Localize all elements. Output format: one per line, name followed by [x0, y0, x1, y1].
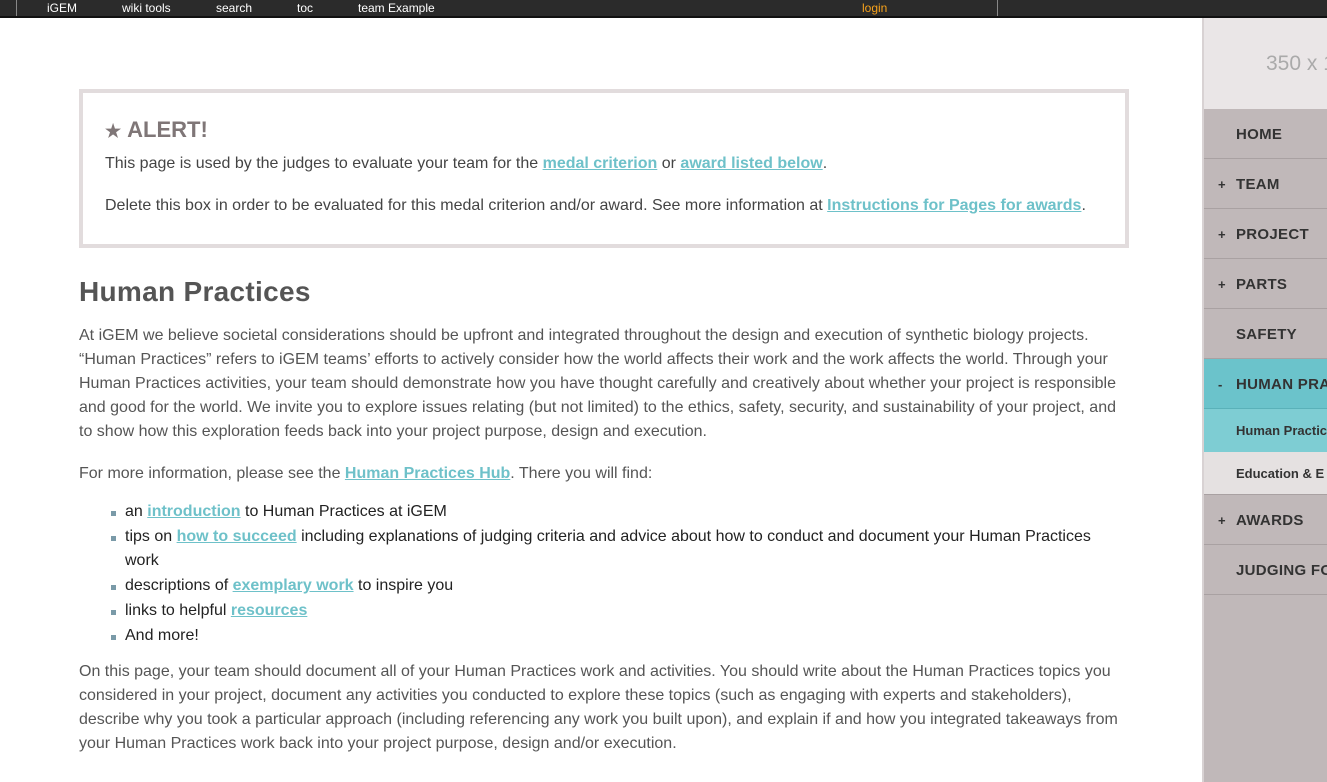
list-item: tips on how to succeed including explana… [111, 525, 1129, 573]
igem-menu-link[interactable]: iGEM [47, 1, 77, 16]
star-icon: ★ [105, 121, 122, 141]
expand-plus-icon: + [1218, 277, 1226, 292]
alert-box: ★ ALERT! This page is used by the judges … [79, 89, 1129, 248]
closing-paragraph: On this page, your team should document … [79, 663, 1118, 752]
sidebar-nav: 350 x 1 HOME + TEAM + PROJECT + PARTS SAFET… [1202, 18, 1327, 782]
search-menu-link[interactable]: search [216, 1, 252, 16]
text: . There you will find: [510, 465, 653, 482]
resource-list: an introduction to Human Practices at iG… [111, 500, 1129, 648]
alert-title-text: ALERT! [127, 117, 208, 142]
sidebar-item-team[interactable]: + TEAM [1204, 159, 1327, 209]
intro-paragraph: At iGEM we believe societal consideratio… [79, 327, 1116, 440]
sidebar-item-judging[interactable]: JUDGING FO [1204, 545, 1327, 595]
list-item: links to helpful resources [111, 599, 1129, 623]
text: descriptions of [125, 577, 233, 594]
sidebar-subitem-education[interactable]: Education & E [1204, 452, 1327, 495]
top-menu-bar: iGEM wiki tools search toc team Example … [0, 0, 1327, 18]
text: For more information, please see the [79, 465, 345, 482]
sidebar-item-label: HUMAN PRA [1236, 376, 1327, 393]
alert-text-1: This page is used by the judges to evalu… [105, 152, 1103, 176]
collapse-minus-icon: - [1218, 377, 1223, 392]
sidebar-item-safety[interactable]: SAFETY [1204, 309, 1327, 359]
sidebar-item-label: JUDGING FO [1236, 562, 1327, 579]
resources-link[interactable]: resources [231, 602, 308, 619]
expand-plus-icon: + [1218, 227, 1226, 242]
text: Delete this box in order to be evaluated… [105, 197, 828, 214]
list-item: an introduction to Human Practices at iG… [111, 500, 1129, 524]
text: to inspire you [353, 577, 454, 594]
text: or [657, 155, 681, 172]
sidebar-subitem-human-practices[interactable]: Human Practic [1204, 409, 1327, 452]
wiki-tools-menu-link[interactable]: wiki tools [122, 1, 171, 16]
list-item: And more! [111, 624, 1129, 648]
sidebar-item-label: SAFETY [1236, 326, 1297, 343]
text: . [822, 155, 828, 172]
toc-menu-link[interactable]: toc [297, 1, 313, 16]
hp-hub-link[interactable]: Human Practices Hub [345, 465, 510, 482]
top-menu-container: iGEM wiki tools search toc team Example … [16, 0, 998, 16]
text: links to helpful [125, 602, 231, 619]
how-to-succeed-link[interactable]: how to succeed [177, 528, 297, 545]
login-link[interactable]: login [862, 1, 887, 16]
instructions-link[interactable]: Instructions for Pages for awards [827, 197, 1081, 214]
sidebar-item-label: HOME [1236, 126, 1283, 143]
page-title: Human Practices [79, 276, 311, 307]
text: And more! [125, 627, 199, 644]
text: tips on [125, 528, 177, 545]
more-info-paragraph: For more information, please see the Hum… [79, 462, 1129, 486]
sidebar-item-parts[interactable]: + PARTS [1204, 259, 1327, 309]
text: to Human Practices at iGEM [240, 503, 447, 520]
team-menu-link[interactable]: team Example [358, 1, 435, 16]
sidebar-item-label: TEAM [1236, 176, 1280, 193]
sidebar-item-home[interactable]: HOME [1204, 109, 1327, 159]
list-item: descriptions of exemplary work to inspir… [111, 574, 1129, 598]
main-content: ★ ALERT! This page is used by the judges … [79, 89, 1129, 774]
sidebar-item-awards[interactable]: + AWARDS [1204, 495, 1327, 545]
expand-plus-icon: + [1218, 177, 1226, 192]
award-listed-below-link[interactable]: award listed below [680, 155, 822, 172]
sidebar-item-label: AWARDS [1236, 512, 1304, 529]
sidebar-item-project[interactable]: + PROJECT [1204, 209, 1327, 259]
sidebar-item-human-practices[interactable]: - HUMAN PRA [1204, 359, 1327, 409]
alert-text-2: Delete this box in order to be evaluated… [105, 194, 1103, 218]
text: This page is used by the judges to evalu… [105, 155, 543, 172]
exemplary-work-link[interactable]: exemplary work [233, 577, 354, 594]
sidebar-item-label: PARTS [1236, 276, 1288, 293]
expand-plus-icon: + [1218, 513, 1226, 528]
medal-criterion-link[interactable]: medal criterion [543, 155, 658, 172]
sidebar-item-label: PROJECT [1236, 226, 1309, 243]
introduction-link[interactable]: introduction [147, 503, 240, 520]
text: . [1081, 197, 1086, 214]
logo-placeholder: 350 x 1 [1204, 18, 1327, 109]
text: an [125, 503, 148, 520]
alert-title: ★ ALERT! [105, 117, 1103, 143]
